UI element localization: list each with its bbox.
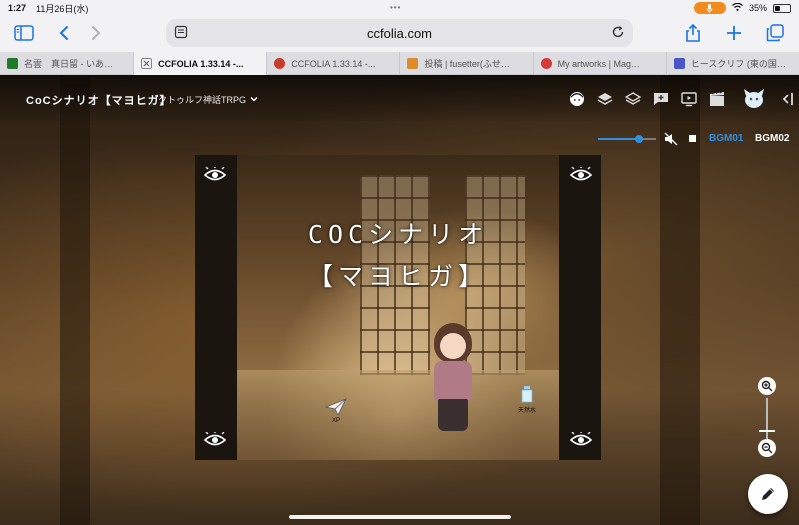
url-text: ccfolia.com	[366, 25, 433, 41]
volume-mute-icon[interactable]	[664, 132, 678, 151]
battery-icon	[773, 3, 791, 13]
tatami-floor	[237, 370, 559, 460]
room-header: CoCシナリオ【マヨヒガ】 クトゥルフ神話TRPG	[0, 75, 799, 121]
ios-status-bar: 1:27 11月26日(水) ••• 35%	[0, 0, 799, 16]
browser-tab[interactable]: My artworks | Mag…	[532, 52, 666, 75]
browser-tab-bar: 名雲 真日留 - いあ… CCFOLIA 1.33.14 -... CCFOLI…	[0, 52, 799, 75]
tab-favicon-icon	[7, 58, 18, 69]
stage-left-panel	[195, 155, 237, 460]
stage-title-line2: 【マヨヒガ】	[307, 262, 488, 291]
status-time: 1:27	[8, 3, 27, 13]
tab-label: 名雲 真日留 - いあ…	[24, 59, 113, 69]
sidebar-toggle-icon[interactable]	[12, 22, 36, 44]
character-icon[interactable]	[567, 89, 587, 109]
browser-tab[interactable]: ヒースクリフ (東の国…	[665, 52, 799, 75]
avatar-icon[interactable]	[741, 85, 767, 111]
new-tab-icon[interactable]	[722, 22, 746, 44]
bgm-controls: BGM01 BGM02	[0, 131, 799, 147]
eye-icon[interactable]	[570, 167, 592, 183]
wifi-icon	[732, 2, 743, 13]
back-icon[interactable]	[52, 22, 76, 44]
stage-title-line1: COCシナリオ	[307, 220, 489, 249]
zoom-slider[interactable]	[766, 398, 768, 440]
chat-add-icon[interactable]	[651, 89, 671, 109]
tab-favicon-icon	[673, 58, 685, 69]
eye-icon[interactable]	[204, 167, 226, 183]
room-title[interactable]: CoCシナリオ【マヨヒガ】	[26, 92, 172, 108]
eye-icon[interactable]	[204, 432, 226, 448]
volume-slider[interactable]	[598, 135, 656, 143]
pencil-icon	[762, 488, 774, 500]
character-legs	[438, 399, 468, 431]
share-icon[interactable]	[681, 22, 705, 44]
zoom-slider-thumb[interactable]	[759, 430, 775, 432]
browser-tab[interactable]: CCFOLIA 1.33.14 -...	[266, 52, 399, 75]
bgm02-button[interactable]: BGM02	[755, 133, 789, 144]
eye-icon[interactable]	[570, 432, 592, 448]
tab-label: CCFOLIA 1.33.14 -...	[291, 58, 376, 69]
tab-label: 投稿 | fusetter(ふせ…	[424, 59, 510, 69]
address-bar[interactable]: ccfolia.com	[166, 19, 633, 47]
chevron-down-icon[interactable]	[249, 91, 259, 109]
tab-overview-icon[interactable]	[763, 22, 787, 44]
room-subtitle: クトゥルフ神話TRPG	[158, 95, 247, 105]
tab-label: ヒースクリフ (東の国…	[690, 59, 786, 69]
collapse-panel-icon[interactable]	[781, 89, 795, 109]
tab-favicon-icon	[274, 58, 286, 69]
foreground-stage[interactable]: COCシナリオ 【マヨヒガ】 XP 天然水	[195, 155, 601, 460]
scene-icon[interactable]	[707, 89, 727, 109]
zoom-in-icon[interactable]	[758, 377, 776, 395]
character-piece[interactable]	[428, 323, 478, 433]
reader-icon[interactable]	[174, 25, 188, 42]
tab-label: CCFOLIA 1.33.14 -...	[158, 58, 244, 69]
edit-pencil-button[interactable]	[748, 474, 788, 514]
reload-icon[interactable]	[611, 25, 625, 42]
tab-favicon-icon	[407, 58, 419, 69]
character-face	[440, 333, 466, 359]
bgm01-button[interactable]: BGM01	[709, 133, 743, 144]
tab-label: My artworks | Mag…	[557, 58, 640, 69]
tab-favicon-icon	[540, 58, 552, 69]
browser-toolbar: ccfolia.com	[0, 16, 799, 52]
microphone-icon	[693, 2, 726, 14]
browser-tab[interactable]: 名雲 真日留 - いあ…	[0, 52, 133, 75]
browser-tab-active[interactable]: CCFOLIA 1.33.14 -...	[133, 52, 267, 75]
ccfolia-room: CoCシナリオ【マヨヒガ】 クトゥルフ神話TRPG BGM01 BGM02 CO…	[0, 75, 799, 525]
character-body	[434, 361, 472, 401]
status-right: 35%	[693, 2, 791, 14]
xp-token[interactable]: XP	[323, 398, 349, 424]
battery-percent: 35%	[748, 3, 767, 13]
status-date: 11月26日(水)	[36, 3, 89, 14]
tab-close-icon[interactable]	[141, 58, 153, 69]
water-token-label: 天然水	[517, 408, 536, 414]
layers-icon[interactable]	[595, 89, 615, 109]
xp-token-label: XP	[331, 418, 340, 424]
multitask-dots-icon[interactable]: •••	[390, 3, 401, 12]
home-indicator[interactable]	[289, 515, 511, 519]
screen-icon[interactable]	[679, 89, 699, 109]
browser-tab[interactable]: 投稿 | fusetter(ふせ…	[399, 52, 532, 75]
water-token[interactable]: 天然水	[513, 385, 541, 414]
zoom-out-icon[interactable]	[758, 439, 776, 457]
volume-slider-knob[interactable]	[634, 135, 643, 143]
forward-icon[interactable]	[84, 22, 108, 44]
water-bottle-icon	[521, 386, 533, 403]
stop-icon[interactable]	[689, 135, 696, 142]
paper-plane-icon	[324, 398, 347, 416]
layers-outline-icon[interactable]	[623, 89, 643, 109]
stage-right-panel	[559, 155, 601, 460]
